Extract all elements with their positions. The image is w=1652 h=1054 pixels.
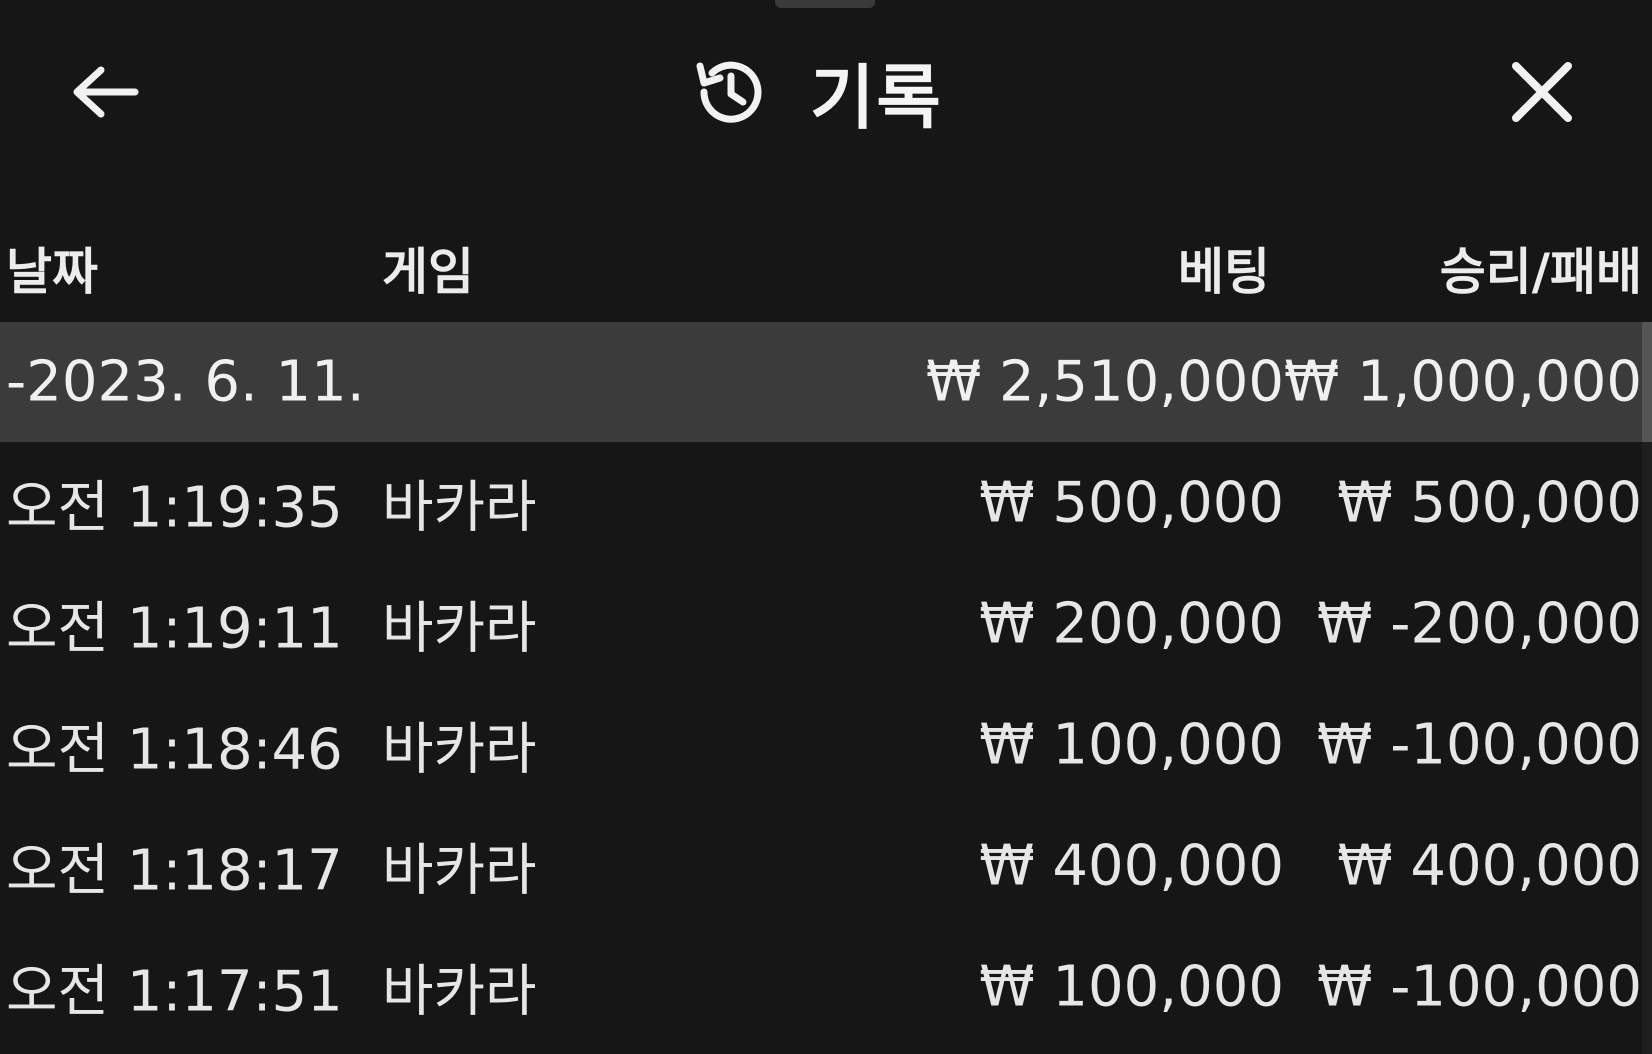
- table-row[interactable]: 오전 1:18:17 바카라 ₩ 400,000 ₩ 400,000: [0, 805, 1642, 926]
- scrollbar-thumb[interactable]: [1642, 322, 1652, 442]
- row-result: ₩ -100,000: [1317, 712, 1642, 777]
- arrow-left-icon: [73, 66, 139, 118]
- row-time: 오전 1:19:11: [6, 596, 343, 661]
- column-header-date: 날짜: [6, 243, 98, 301]
- date-group-bet-total: ₩ 2,510,000: [925, 349, 1284, 415]
- page-title: 기록: [810, 56, 943, 139]
- row-time: 오전 1:19:35: [6, 475, 343, 540]
- table-row[interactable]: 오전 1:19:11 바카라 ₩ 200,000 ₩ -200,000: [0, 563, 1642, 684]
- table-row[interactable]: 오전 1:18:46 바카라 ₩ 100,000 ₩ -100,000: [0, 684, 1642, 805]
- row-bet: ₩ 500,000: [979, 470, 1284, 535]
- close-button[interactable]: [1500, 50, 1584, 134]
- column-header-result: 승리/패배: [1439, 243, 1642, 301]
- table-row[interactable]: 오전 1:17:51 바카라 ₩ 100,000 ₩ -100,000: [0, 926, 1642, 1047]
- table-header: 날짜 게임 베팅 승리/패배: [0, 212, 1642, 322]
- row-time: 오전 1:17:51: [6, 959, 343, 1024]
- row-game: 바카라: [382, 475, 537, 540]
- row-result: ₩ -100,000: [1317, 954, 1642, 1019]
- row-game: 바카라: [382, 838, 537, 903]
- close-icon: [1512, 62, 1572, 122]
- row-time: 오전 1:18:17: [6, 838, 343, 903]
- date-group-label: -2023. 6. 11.: [6, 349, 365, 415]
- header: 기록: [0, 0, 1652, 190]
- column-header-bet: 베팅: [1178, 243, 1270, 301]
- row-time: 오전 1:18:46: [6, 717, 343, 782]
- column-header-game: 게임: [382, 243, 474, 301]
- row-result: ₩ 500,000: [1337, 470, 1642, 535]
- row-game: 바카라: [382, 959, 537, 1024]
- back-button[interactable]: [62, 50, 146, 134]
- row-result: ₩ 400,000: [1337, 833, 1642, 898]
- row-bet: ₩ 100,000: [979, 712, 1284, 777]
- row-bet: ₩ 100,000: [979, 954, 1284, 1019]
- row-game: 바카라: [382, 717, 537, 782]
- row-result: ₩ -200,000: [1317, 591, 1642, 656]
- date-group-result-total: ₩ 1,000,000: [1283, 349, 1642, 415]
- scrollbar[interactable]: [1642, 322, 1652, 1054]
- history-table: 날짜 게임 베팅 승리/패배 -2023. 6. 11. ₩ 2,510,000…: [0, 212, 1642, 1047]
- history-icon: [690, 52, 770, 132]
- row-bet: ₩ 200,000: [979, 591, 1284, 656]
- row-game: 바카라: [382, 596, 537, 661]
- title-group: 기록: [690, 44, 943, 140]
- table-row[interactable]: 오전 1:19:35 바카라 ₩ 500,000 ₩ 500,000: [0, 442, 1642, 563]
- date-group-row[interactable]: -2023. 6. 11. ₩ 2,510,000 ₩ 1,000,000: [0, 322, 1642, 442]
- row-bet: ₩ 400,000: [979, 833, 1284, 898]
